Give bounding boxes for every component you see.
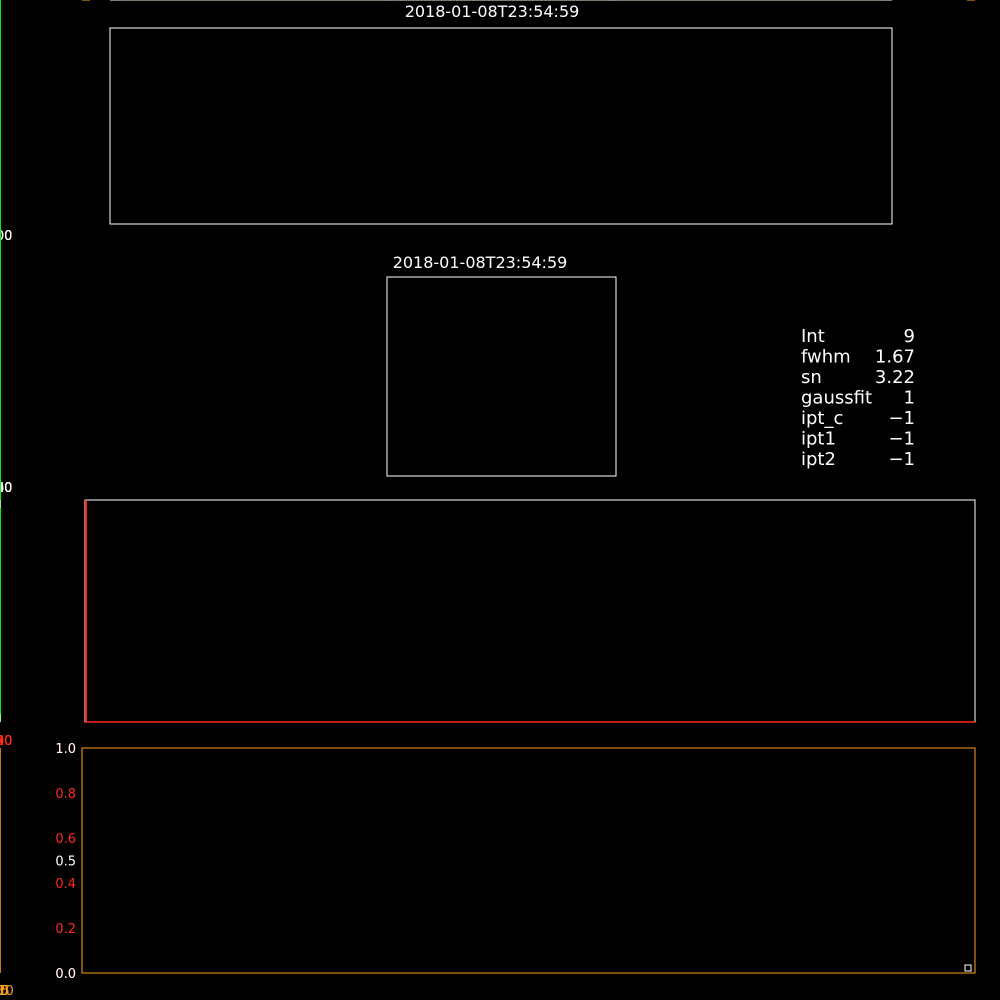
image-frame [109, 27, 893, 225]
y-tick-label: 620 [81, 0, 106, 4]
info-key: fwhm [801, 347, 851, 368]
y-tick-label-red: 0.4 [55, 877, 76, 892]
figure-canvas: 2018-01-08T23:54:59 10020030040052054056… [0, 0, 976, 999]
info-key: Int [801, 326, 825, 347]
info-key: gaussfit [801, 388, 872, 409]
mid-image-axes: 760780800820840860520540560580600620 [0, 0, 617, 496]
info-key: ipt1 [801, 429, 836, 450]
image-frame [386, 276, 617, 477]
y-tick-label-red: 0.8 [55, 787, 76, 802]
top-image-panel: 2018-01-08T23:54:59 10020030040052054056… [0, 0, 893, 244]
top-image-title: 2018-01-08T23:54:59 [405, 2, 580, 21]
info-value: 9 [904, 326, 915, 347]
info-value: −1 [888, 429, 915, 450]
mid-image-title: 2018-01-08T23:54:59 [393, 253, 568, 272]
y-tick-label-red: 0.2 [55, 922, 76, 937]
y-tick-label-orange: 0.12 [47, 0, 76, 4]
x-tick-label: 400 [0, 229, 12, 244]
x-tick-label: 860 [0, 481, 12, 496]
y-tick-label-white: 0.0 [55, 967, 76, 982]
y-tick-label-red: 0.6 [55, 832, 76, 847]
info-key: sn [801, 367, 822, 388]
corner-marker [964, 964, 972, 972]
profile-plot: 5205405605806006206400.00.20.40.60.10.20… [0, 0, 976, 749]
lag-frame [81, 747, 976, 974]
top-image-axes: 100200300400520540560580600620 [0, 0, 893, 244]
y-tick-label: 620 [358, 0, 383, 4]
info-key: ipt_c [801, 408, 843, 429]
x-tick-label: 640 [0, 734, 12, 749]
profile-frame [84, 499, 976, 723]
info-value: 1 [904, 388, 915, 409]
info-value: −1 [888, 408, 915, 429]
y-tick-label-white: 0.5 [55, 855, 76, 870]
mid-image-panel: 2018-01-08T23:54:59 76078080082084086052… [0, 0, 617, 496]
fit-info-panel: Int 9 fwhm 1.67 sn 3.22gaussfit 1 ipt_c −1 ipt1 −1… [801, 326, 915, 470]
info-value: 1.67 [875, 347, 915, 368]
info-value: −1 [888, 449, 915, 470]
x-tick-label: 10 [0, 984, 8, 999]
info-key: ipt2 [801, 449, 836, 470]
y-tick-label-white: 1.0 [55, 742, 76, 757]
info-value: 3.22 [875, 367, 915, 388]
